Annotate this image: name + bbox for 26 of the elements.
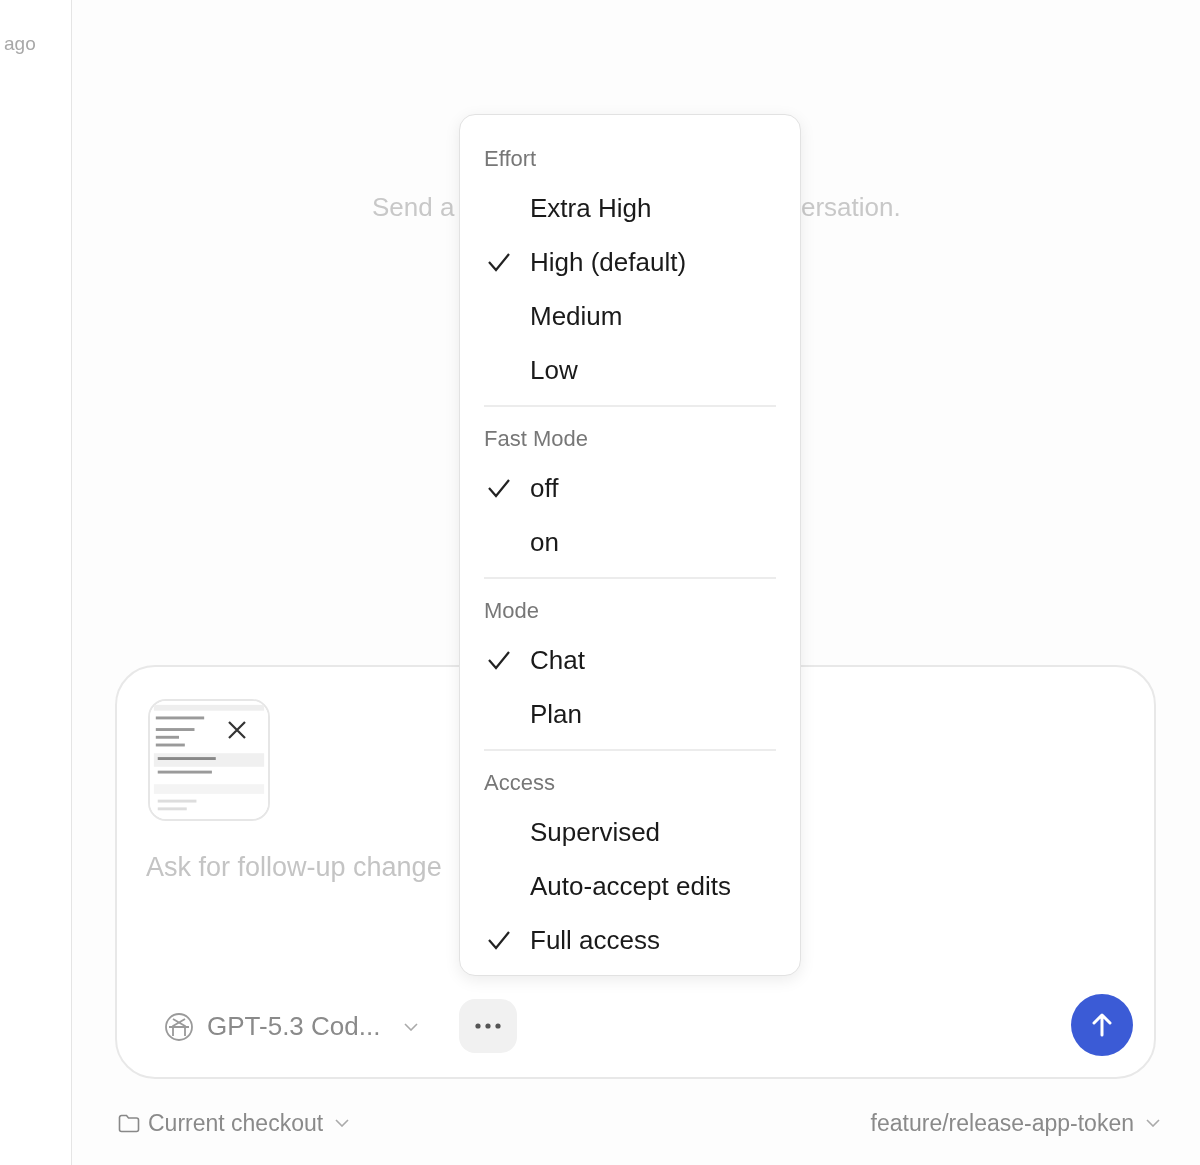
chevron-down-icon bbox=[404, 1022, 419, 1031]
folder-icon bbox=[118, 1113, 140, 1133]
section-heading: Effort bbox=[484, 144, 538, 173]
menu-item[interactable]: Supervised bbox=[530, 812, 661, 852]
menu-item[interactable]: Low bbox=[530, 350, 578, 390]
model-logo-icon bbox=[163, 1010, 195, 1043]
more-options-button[interactable] bbox=[459, 999, 517, 1053]
message-input[interactable]: Ask for follow-up change bbox=[146, 847, 466, 888]
section-heading: Mode bbox=[484, 596, 541, 625]
menu-item[interactable]: Full access bbox=[530, 920, 661, 960]
chevron-down-icon bbox=[1146, 1119, 1160, 1128]
section-heading: Access bbox=[484, 768, 556, 797]
chevron-down-icon bbox=[335, 1119, 350, 1128]
menu-item[interactable]: off bbox=[530, 468, 559, 508]
menu-item[interactable]: High (default) bbox=[530, 242, 687, 282]
more-icon bbox=[475, 1023, 501, 1029]
menu-item[interactable]: Plan bbox=[530, 694, 583, 734]
menu-item[interactable]: Extra High bbox=[530, 188, 652, 228]
section-heading: Fast Mode bbox=[484, 424, 589, 453]
close-icon[interactable] bbox=[227, 720, 247, 740]
menu-item[interactable]: Auto-accept edits bbox=[530, 866, 731, 906]
timestamp: ago bbox=[4, 33, 36, 54]
menu-item[interactable]: Chat bbox=[530, 640, 585, 680]
arrow-up-icon bbox=[1091, 1013, 1113, 1037]
menu-item[interactable]: Medium bbox=[530, 296, 623, 336]
menu-item[interactable]: on bbox=[530, 522, 559, 562]
